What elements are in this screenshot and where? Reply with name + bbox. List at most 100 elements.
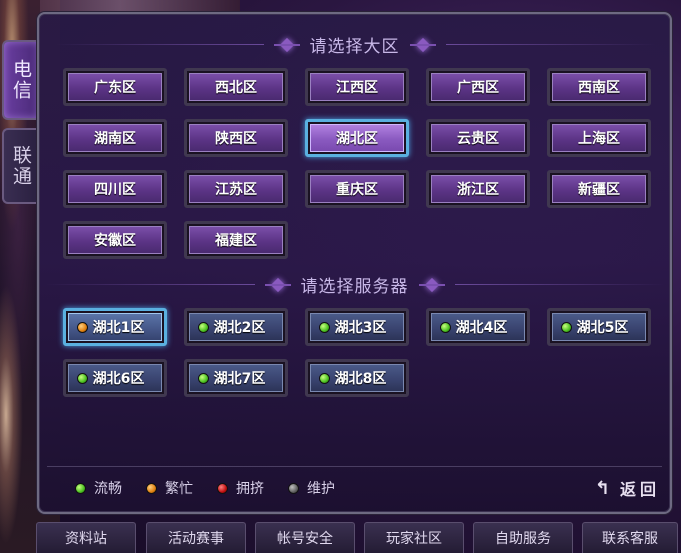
status-dot-icon: [77, 372, 88, 384]
region-button-label: 西北区: [189, 73, 283, 101]
legend-item: 繁忙: [146, 478, 193, 498]
back-button[interactable]: ↰ 返回: [595, 476, 660, 500]
status-legend: 流畅 繁忙 拥挤 维护: [75, 478, 359, 498]
region-button-label: 四川区: [68, 175, 162, 203]
ornament-icon: [264, 278, 291, 292]
region-button-label: 西南区: [552, 73, 646, 101]
server-button[interactable]: 湖北1区: [63, 308, 167, 346]
server-button-body: 湖北1区: [68, 313, 162, 341]
region-button[interactable]: 重庆区: [305, 170, 409, 208]
tab-telecom[interactable]: 电信: [2, 40, 38, 120]
bottom-nav-button[interactable]: 资料站: [36, 522, 136, 553]
region-button-label: 云贵区: [431, 124, 525, 152]
server-section-title: 请选择服务器: [300, 277, 409, 297]
divider-right: [445, 44, 656, 45]
region-button[interactable]: 浙江区: [426, 170, 530, 208]
region-button[interactable]: 广西区: [426, 68, 530, 106]
region-button[interactable]: 西北区: [184, 68, 288, 106]
server-button[interactable]: 湖北4区: [426, 308, 530, 346]
status-dot-icon: [319, 321, 330, 333]
region-button[interactable]: 江西区: [305, 68, 409, 106]
region-section-title: 请选择大区: [309, 37, 400, 57]
server-button-body: 湖北5区: [552, 313, 646, 341]
server-button-label: 湖北8区: [334, 371, 387, 387]
server-section-header: 请选择服务器: [39, 272, 670, 297]
server-button-body: 湖北7区: [189, 364, 283, 392]
divider-left: [53, 44, 264, 45]
server-button-label: 湖北3区: [334, 320, 387, 336]
server-button[interactable]: 湖北2区: [184, 308, 288, 346]
region-button-label: 湖南区: [68, 124, 162, 152]
status-dot-icon: [198, 321, 209, 333]
status-dot-icon: [288, 482, 299, 494]
region-button-label: 新疆区: [552, 175, 646, 203]
region-button[interactable]: 湖北区: [305, 119, 409, 157]
region-button-label: 重庆区: [310, 175, 404, 203]
region-button[interactable]: 陕西区: [184, 119, 288, 157]
region-button-label: 湖北区: [310, 124, 404, 152]
legend-item: 维护: [288, 478, 335, 498]
server-button-label: 湖北2区: [213, 320, 266, 336]
legend-label: 流畅: [94, 481, 122, 497]
region-button[interactable]: 新疆区: [547, 170, 651, 208]
server-button-label: 湖北6区: [92, 371, 145, 387]
bottom-nav-button[interactable]: 活动赛事: [146, 522, 246, 553]
legend-item: 流畅: [75, 478, 122, 498]
region-section-header: 请选择大区: [39, 32, 670, 57]
status-dot-icon: [146, 482, 157, 494]
server-button-body: 湖北6区: [68, 364, 162, 392]
region-button[interactable]: 西南区: [547, 68, 651, 106]
region-button[interactable]: 江苏区: [184, 170, 288, 208]
region-button-label: 福建区: [189, 226, 283, 254]
status-dot-icon: [440, 321, 451, 333]
divider-right: [454, 284, 665, 285]
region-button-label: 陕西区: [189, 124, 283, 152]
region-button-label: 广西区: [431, 73, 525, 101]
region-button-label: 江苏区: [189, 175, 283, 203]
region-button-label: 广东区: [68, 73, 162, 101]
bottom-nav-button[interactable]: 联系客服: [582, 522, 678, 553]
server-button[interactable]: 湖北8区: [305, 359, 409, 397]
status-dot-icon: [319, 372, 330, 384]
status-dot-icon: [75, 482, 86, 494]
server-button-body: 湖北4区: [431, 313, 525, 341]
server-button[interactable]: 湖北3区: [305, 308, 409, 346]
region-button[interactable]: 广东区: [63, 68, 167, 106]
region-button-label: 江西区: [310, 73, 404, 101]
region-button[interactable]: 云贵区: [426, 119, 530, 157]
legend-item: 拥挤: [217, 478, 264, 498]
region-button[interactable]: 上海区: [547, 119, 651, 157]
back-arrow-icon: ↰: [594, 477, 614, 499]
legend-label: 维护: [307, 481, 335, 497]
back-label: 返回: [619, 480, 660, 499]
region-button[interactable]: 福建区: [184, 221, 288, 259]
server-button-label: 湖北1区: [92, 320, 145, 336]
divider-left: [44, 284, 255, 285]
server-select-panel: 请选择大区 广东区 西北区 江西区 广西区 西南区湖南区 陕西区 湖北区 云贵区 上海区四川区江…: [37, 12, 672, 514]
status-dot-icon: [77, 321, 88, 333]
server-button[interactable]: 湖北6区: [63, 359, 167, 397]
ornament-icon: [409, 38, 436, 52]
ornament-icon: [273, 38, 300, 52]
region-button[interactable]: 安徽区: [63, 221, 167, 259]
region-button-label: 上海区: [552, 124, 646, 152]
server-button-body: 湖北2区: [189, 313, 283, 341]
ornament-icon: [418, 278, 445, 292]
status-dot-icon: [198, 372, 209, 384]
server-button-label: 湖北4区: [455, 320, 508, 336]
region-button-label: 浙江区: [431, 175, 525, 203]
server-button-body: 湖北8区: [310, 364, 404, 392]
server-button[interactable]: 湖北7区: [184, 359, 288, 397]
bottom-nav-button[interactable]: 帐号安全: [255, 522, 355, 553]
bottom-nav-button[interactable]: 自助服务: [473, 522, 573, 553]
server-button[interactable]: 湖北5区: [547, 308, 651, 346]
server-button-label: 湖北7区: [213, 371, 266, 387]
region-button[interactable]: 湖南区: [63, 119, 167, 157]
region-button-label: 安徽区: [68, 226, 162, 254]
tab-unicom[interactable]: 联通: [2, 128, 38, 204]
status-dot-icon: [217, 482, 228, 494]
legend-label: 拥挤: [236, 481, 264, 497]
bottom-nav-button[interactable]: 玩家社区: [364, 522, 464, 553]
region-button[interactable]: 四川区: [63, 170, 167, 208]
server-button-label: 湖北5区: [576, 320, 629, 336]
